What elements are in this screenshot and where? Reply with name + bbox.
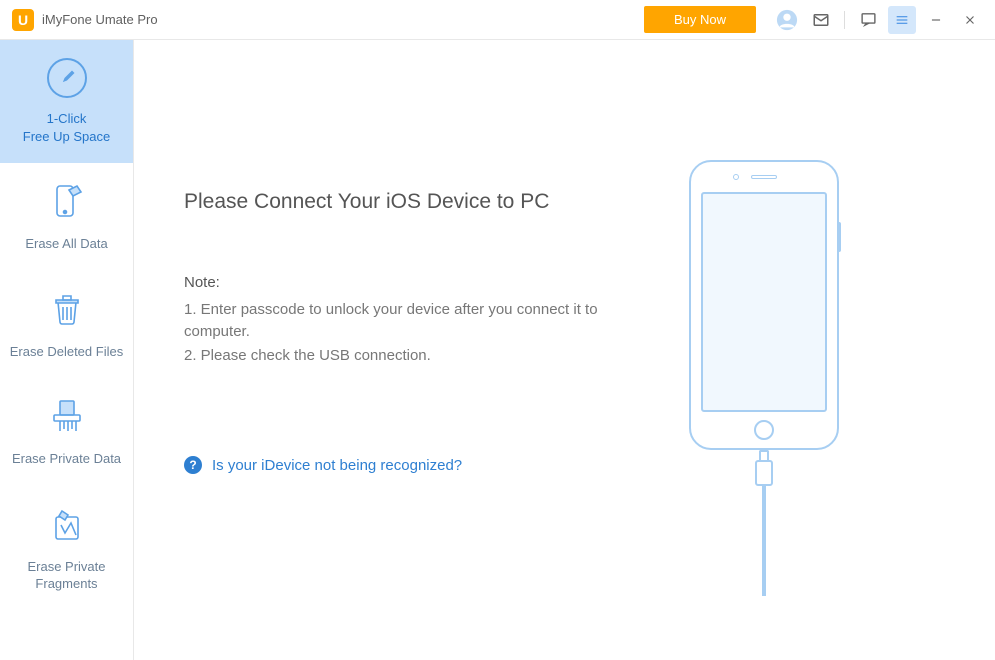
close-button[interactable]	[956, 6, 984, 34]
app-logo-icon: U	[12, 9, 34, 31]
sidebar-item-label: Erase Private Data	[6, 450, 127, 468]
titlebar: U iMyFone Umate Pro Buy Now	[0, 0, 995, 40]
minimize-button[interactable]	[922, 6, 950, 34]
device-illustration	[604, 40, 924, 660]
sidebar-item-erase-fragments[interactable]: Erase Private Fragments	[0, 486, 133, 611]
note-body: 1. Enter passcode to unlock your device …	[184, 299, 604, 366]
trash-icon	[6, 287, 127, 333]
user-icon[interactable]	[773, 6, 801, 34]
content: Please Connect Your iOS Device to PC Not…	[134, 40, 995, 660]
menu-icon[interactable]	[888, 6, 916, 34]
page-heading: Please Connect Your iOS Device to PC	[184, 190, 604, 214]
note-line-2: 2. Please check the USB connection.	[184, 345, 604, 367]
buy-now-button[interactable]: Buy Now	[644, 6, 756, 33]
note-line-1: 1. Enter passcode to unlock your device …	[184, 299, 604, 343]
sidebar-item-label: 1-Click Free Up Space	[6, 110, 127, 145]
shred-icon	[6, 394, 127, 440]
sidebar: 1-Click Free Up Space Erase All Data Era…	[0, 40, 134, 660]
sidebar-item-erase-all[interactable]: Erase All Data	[0, 163, 133, 271]
phone-outline-icon	[689, 160, 839, 450]
sidebar-item-label: Erase All Data	[6, 235, 127, 253]
fragments-icon	[6, 502, 127, 548]
note-label: Note:	[184, 274, 604, 291]
help-link[interactable]: Is your iDevice not being recognized?	[212, 457, 462, 474]
sidebar-item-erase-deleted[interactable]: Erase Deleted Files	[0, 271, 133, 379]
app-title: iMyFone Umate Pro	[42, 12, 158, 27]
sidebar-item-label: Erase Deleted Files	[6, 343, 127, 361]
mail-icon[interactable]	[807, 6, 835, 34]
separator	[844, 11, 845, 29]
sidebar-item-erase-private[interactable]: Erase Private Data	[0, 378, 133, 486]
phone-erase-icon	[6, 179, 127, 225]
brush-icon	[47, 58, 87, 98]
sidebar-item-label: Erase Private Fragments	[6, 558, 127, 593]
usb-cable-icon	[758, 450, 770, 596]
sidebar-item-free-up-space[interactable]: 1-Click Free Up Space	[0, 40, 133, 163]
help-icon: ?	[184, 456, 202, 474]
feedback-icon[interactable]	[854, 6, 882, 34]
